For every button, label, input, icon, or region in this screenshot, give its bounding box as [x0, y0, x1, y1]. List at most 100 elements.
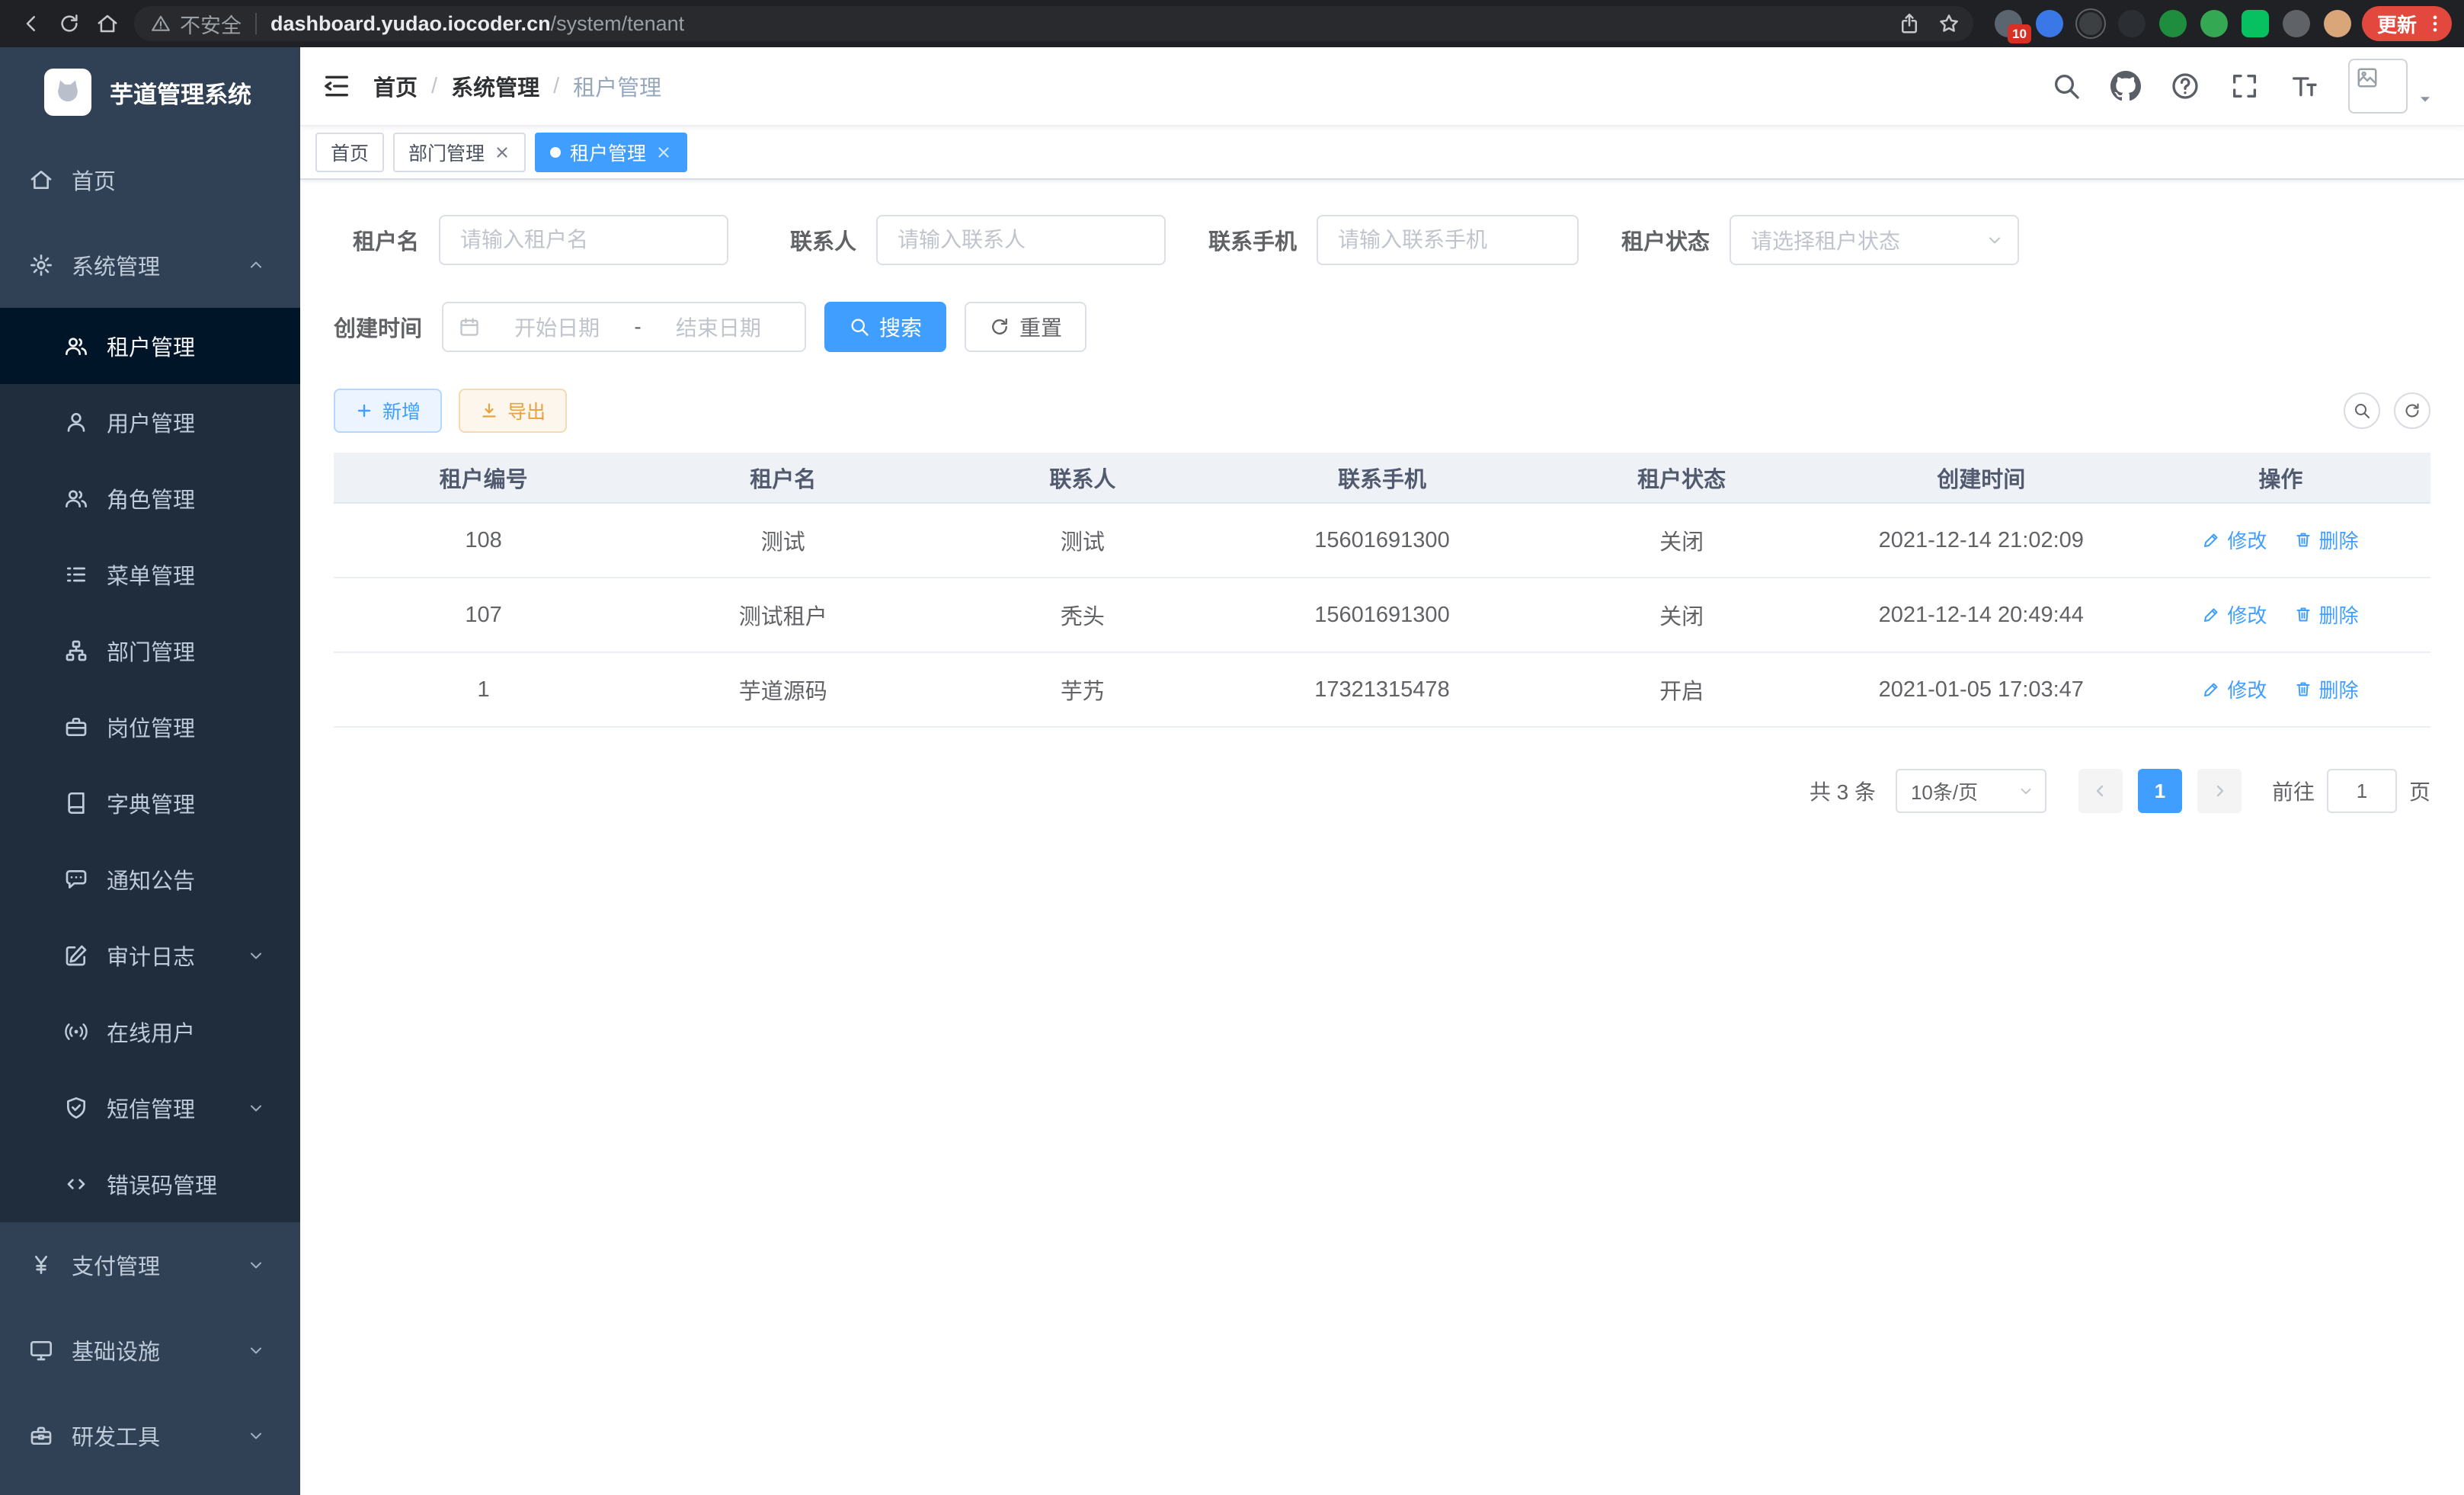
sidebar-item-menu-management[interactable]: 菜单管理 — [0, 536, 300, 613]
security-label: 不安全 — [180, 9, 242, 39]
app-title: 芋道管理系统 — [110, 75, 251, 110]
sidebar-item-home[interactable]: 首页 — [0, 137, 300, 222]
profile-avatar-icon[interactable] — [2324, 10, 2351, 37]
sidebar-toggle-button[interactable] — [300, 46, 373, 126]
sidebar-item-online-users[interactable]: 在线用户 — [0, 994, 300, 1070]
sidebar-item-audit-log[interactable]: 审计日志 — [0, 917, 300, 994]
shield-icon — [64, 1096, 88, 1120]
delete-button[interactable]: 删除 — [2294, 600, 2358, 629]
edit-button[interactable]: 修改 — [2203, 675, 2267, 703]
sidebar-item-payment-management[interactable]: 支付管理 — [0, 1222, 300, 1308]
home-icon — [96, 12, 119, 35]
contact-input[interactable] — [876, 215, 1166, 265]
close-icon[interactable] — [655, 144, 672, 161]
sidebar-item-sms-management[interactable]: 短信管理 — [0, 1070, 300, 1146]
sidebar-item-dept-management[interactable]: 部门管理 — [0, 613, 300, 689]
page-number-button[interactable]: 1 — [2138, 769, 2182, 813]
sidebar-item-error-code-management[interactable]: 错误码管理 — [0, 1146, 300, 1222]
browser-reload-button[interactable] — [50, 5, 88, 43]
prev-page-button[interactable] — [2078, 769, 2123, 813]
browser-back-button[interactable] — [12, 5, 50, 43]
date-range-separator: - — [634, 315, 641, 339]
list-icon — [64, 562, 88, 587]
tab-dept-management[interactable]: 部门管理 — [393, 133, 526, 172]
breadcrumb-home[interactable]: 首页 — [373, 70, 418, 102]
cell-mobile: 15601691300 — [1232, 578, 1531, 652]
cell-status: 关闭 — [1532, 578, 1832, 652]
page-size-select[interactable]: 10条/页 — [1896, 769, 2046, 813]
bookmark-star-button[interactable] — [1932, 7, 1966, 40]
fullscreen-button[interactable] — [2229, 71, 2260, 101]
address-bar[interactable]: 不安全 dashboard.yudao.iocoder.cn/system/te… — [134, 6, 1973, 41]
cell-tenant-id: 108 — [334, 503, 633, 578]
sidebar-item-role-management[interactable]: 角色管理 — [0, 460, 300, 536]
share-button[interactable] — [1893, 7, 1926, 40]
extension-icon-4[interactable] — [2118, 10, 2146, 37]
sidebar-logo[interactable]: 芋道管理系统 — [0, 47, 300, 137]
breadcrumb-system-management[interactable]: 系统管理 — [451, 70, 539, 102]
active-tab-dot — [550, 147, 561, 158]
extension-icon-6[interactable] — [2200, 10, 2228, 37]
sidebar-item-tenant-management[interactable]: 租户管理 — [0, 308, 300, 384]
tenant-name-input[interactable] — [439, 215, 728, 265]
sidebar-item-user-management[interactable]: 用户管理 — [0, 384, 300, 460]
sidebar-item-label: 研发工具 — [72, 1420, 160, 1452]
filter-row-2: 创建时间 开始日期 - 结束日期 搜索 重置 — [334, 302, 2430, 352]
goto-page-input[interactable] — [2327, 769, 2397, 813]
create-time-range-picker[interactable]: 开始日期 - 结束日期 — [442, 302, 806, 352]
toolbar-right — [2344, 392, 2430, 429]
edit-button[interactable]: 修改 — [2203, 526, 2267, 554]
extension-icon-7[interactable] — [2242, 10, 2269, 37]
tab-home[interactable]: 首页 — [315, 133, 384, 172]
plus-icon — [355, 402, 373, 420]
sidebar-item-infrastructure[interactable]: 基础设施 — [0, 1308, 300, 1393]
sidebar-item-notice[interactable]: 通知公告 — [0, 841, 300, 917]
sidebar-item-dev-tools[interactable]: 研发工具 — [0, 1393, 300, 1478]
user-avatar-menu[interactable] — [2348, 59, 2434, 114]
security-chip[interactable]: 不安全 — [151, 9, 242, 39]
github-link[interactable] — [2110, 71, 2141, 101]
calendar-icon — [459, 316, 480, 338]
reset-button[interactable]: 重置 — [965, 302, 1086, 352]
next-page-button[interactable] — [2197, 769, 2242, 813]
add-button[interactable]: 新增 — [334, 389, 442, 433]
sidebar-item-label: 支付管理 — [72, 1249, 160, 1281]
browser-home-button[interactable] — [88, 5, 126, 43]
font-size-button[interactable] — [2289, 71, 2319, 101]
sidebar-item-post-management[interactable]: 岗位管理 — [0, 689, 300, 765]
toggle-search-button[interactable] — [2344, 392, 2380, 429]
edit-icon — [2203, 605, 2221, 623]
url-text: dashboard.yudao.iocoder.cn/system/tenant — [270, 12, 1893, 36]
refresh-table-button[interactable] — [2394, 392, 2430, 429]
sidebar-item-label: 通知公告 — [107, 863, 195, 895]
gear-icon — [29, 253, 53, 277]
cell-contact: 秃头 — [933, 578, 1232, 652]
edit-button[interactable]: 修改 — [2203, 600, 2267, 629]
sidebar-item-dict-management[interactable]: 字典管理 — [0, 765, 300, 841]
delete-button[interactable]: 删除 — [2294, 526, 2358, 554]
url-path: /system/tenant — [551, 12, 685, 35]
mobile-input[interactable] — [1317, 215, 1579, 265]
table-row: 108 测试 测试 15601691300 关闭 2021-12-14 21:0… — [334, 503, 2430, 578]
export-button[interactable]: 导出 — [459, 389, 567, 433]
tab-tenant-management[interactable]: 租户管理 — [535, 133, 687, 172]
status-select[interactable]: 请选择租户状态 — [1730, 215, 2019, 265]
sidebar-item-system-management[interactable]: 系统管理 — [0, 222, 300, 308]
delete-button[interactable]: 删除 — [2294, 675, 2358, 703]
search-button[interactable]: 搜索 — [824, 302, 946, 352]
chevron-down-icon — [247, 1099, 265, 1117]
help-button[interactable] — [2170, 71, 2200, 101]
extension-icon-3[interactable] — [2077, 10, 2104, 37]
header-search-button[interactable] — [2051, 71, 2082, 101]
question-icon — [2170, 71, 2200, 101]
close-icon[interactable] — [494, 144, 510, 161]
extension-icon-1[interactable]: 10 — [1995, 10, 2022, 37]
extension-icon-2[interactable] — [2036, 10, 2063, 37]
extension-icon-5[interactable] — [2159, 10, 2187, 37]
edit-label: 修改 — [2227, 600, 2267, 629]
browser-update-button[interactable]: 更新 — [2362, 6, 2452, 41]
download-icon — [480, 402, 498, 420]
fullscreen-icon — [2229, 71, 2260, 101]
sidebar: 芋道管理系统 首页 系统管理 租户管理 用户管理 角色管理 — [0, 47, 300, 1495]
extension-icon-8[interactable] — [2283, 10, 2310, 37]
